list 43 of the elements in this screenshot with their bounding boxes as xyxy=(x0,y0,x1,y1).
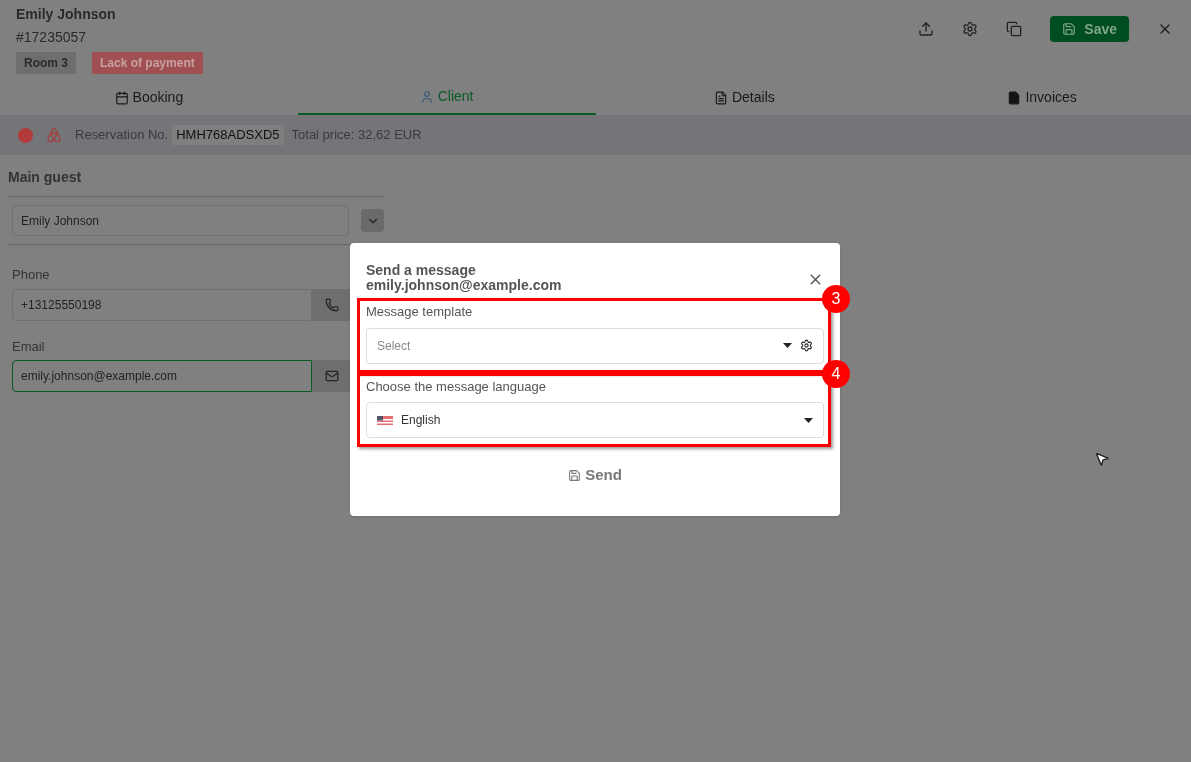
flag-icon xyxy=(377,415,393,425)
expand-button[interactable] xyxy=(361,209,384,232)
status-tag: Lack of payment xyxy=(92,52,203,74)
invoice-icon xyxy=(1007,90,1022,105)
save-button[interactable]: Save xyxy=(1050,16,1129,42)
select-placeholder: Select xyxy=(377,337,412,355)
total-price: Total price: 32,62 EUR xyxy=(291,126,422,145)
tab[interactable]: Invoices xyxy=(893,80,1191,115)
user-icon xyxy=(419,89,434,104)
guest-field[interactable]: Emily Johnson xyxy=(12,205,349,236)
phone-icon xyxy=(325,297,339,312)
calendar-icon xyxy=(114,90,129,105)
email-field[interactable]: emily.johnson@example.com xyxy=(12,360,312,392)
callout-number: 4 xyxy=(822,359,850,388)
language-select[interactable]: English xyxy=(366,402,824,438)
dropdown-caret-icon xyxy=(783,343,792,348)
envelope-icon xyxy=(325,369,339,383)
reservation-code: HMH768ADSXD5 xyxy=(172,125,284,145)
settings-icon[interactable] xyxy=(800,339,813,352)
document-icon xyxy=(713,90,728,105)
callout-number: 3 xyxy=(822,285,850,313)
booking-number: #17235057 xyxy=(16,28,88,47)
tab[interactable]: Booking xyxy=(0,80,298,115)
section-title: Main guest xyxy=(8,167,384,197)
selected-language: English xyxy=(401,412,442,429)
field-label: Choose the message language xyxy=(366,377,547,396)
call-button[interactable] xyxy=(312,288,352,321)
phone-field[interactable]: +13125550198 xyxy=(12,288,312,321)
mail-button[interactable] xyxy=(312,360,352,392)
dropdown-caret-icon xyxy=(804,417,813,423)
field-label: Message template xyxy=(366,303,474,321)
recipient-email: emily.johnson@example.com xyxy=(366,278,562,293)
tab[interactable]: Details xyxy=(595,80,894,115)
template-select[interactable]: Select xyxy=(366,327,824,364)
guest-name: Emily Johnson xyxy=(16,5,117,24)
reservation-label: Reservation No. xyxy=(75,126,169,145)
export-button[interactable] xyxy=(918,21,935,37)
dialog-title: Send a message xyxy=(366,263,477,278)
settings-button[interactable] xyxy=(962,21,979,37)
status-tag: Room 3 xyxy=(16,52,76,74)
send-button[interactable]: Send xyxy=(568,464,622,487)
copy-button[interactable] xyxy=(1006,21,1023,37)
mouse-cursor-icon xyxy=(1094,451,1110,467)
